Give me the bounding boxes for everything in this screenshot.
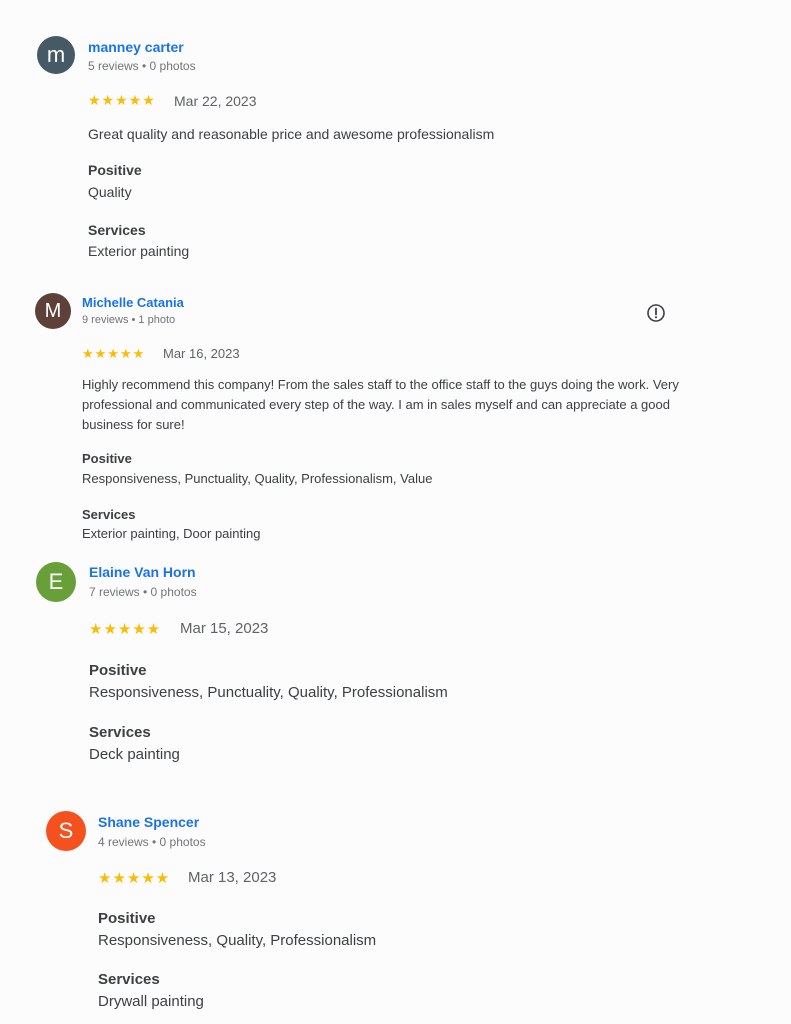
reviewer-name[interactable]: Elaine Van Horn [89, 564, 196, 580]
avatar[interactable]: S [46, 811, 86, 851]
services-value: Drywall painting [98, 993, 204, 1010]
services-label: Services [82, 507, 136, 522]
positive-value: Responsiveness, Quality, Professionalism [98, 932, 377, 949]
positive-value: Responsiveness, Punctuality, Quality, Pr… [82, 471, 433, 486]
services-label: Services [88, 222, 146, 238]
reviewer-name[interactable]: manney carter [88, 39, 184, 55]
review-text: Great quality and reasonable price and a… [88, 126, 495, 142]
reviewer-name[interactable]: Michelle Catania [82, 295, 184, 310]
review-date: Mar 22, 2023 [174, 93, 257, 109]
positive-label: Positive [89, 662, 147, 679]
services-value: Deck painting [89, 746, 180, 763]
reviewer-stats: 4 reviews • 0 photos [98, 835, 206, 849]
reviewer-name[interactable]: Shane Spencer [98, 814, 199, 830]
reviewer-stats: 9 reviews • 1 photo [82, 314, 176, 326]
positive-label: Positive [88, 162, 142, 178]
report-flag-icon[interactable] [646, 303, 666, 323]
avatar[interactable]: E [36, 562, 76, 602]
avatar[interactable]: m [37, 36, 75, 74]
services-value: Exterior painting, Door painting [82, 526, 261, 541]
positive-value: Responsiveness, Punctuality, Quality, Pr… [89, 684, 448, 701]
star-rating: ★★★★★ [98, 870, 171, 887]
services-label: Services [98, 971, 160, 988]
services-value: Exterior painting [88, 243, 190, 259]
reviewer-stats: 5 reviews • 0 photos [88, 59, 196, 73]
services-label: Services [89, 724, 151, 741]
review-date: Mar 15, 2023 [180, 620, 269, 637]
review-date: Mar 13, 2023 [188, 869, 277, 886]
star-rating: ★★★★★ [89, 621, 162, 638]
star-rating: ★★★★★ [82, 346, 146, 361]
review-text: Highly recommend this company! From the … [82, 377, 679, 432]
positive-label: Positive [82, 451, 132, 466]
star-rating: ★★★★★ [88, 92, 156, 108]
review-date: Mar 16, 2023 [163, 346, 240, 361]
avatar[interactable]: M [35, 293, 71, 329]
positive-value: Quality [88, 184, 132, 200]
positive-label: Positive [98, 910, 156, 927]
reviewer-stats: 7 reviews • 0 photos [89, 585, 197, 599]
